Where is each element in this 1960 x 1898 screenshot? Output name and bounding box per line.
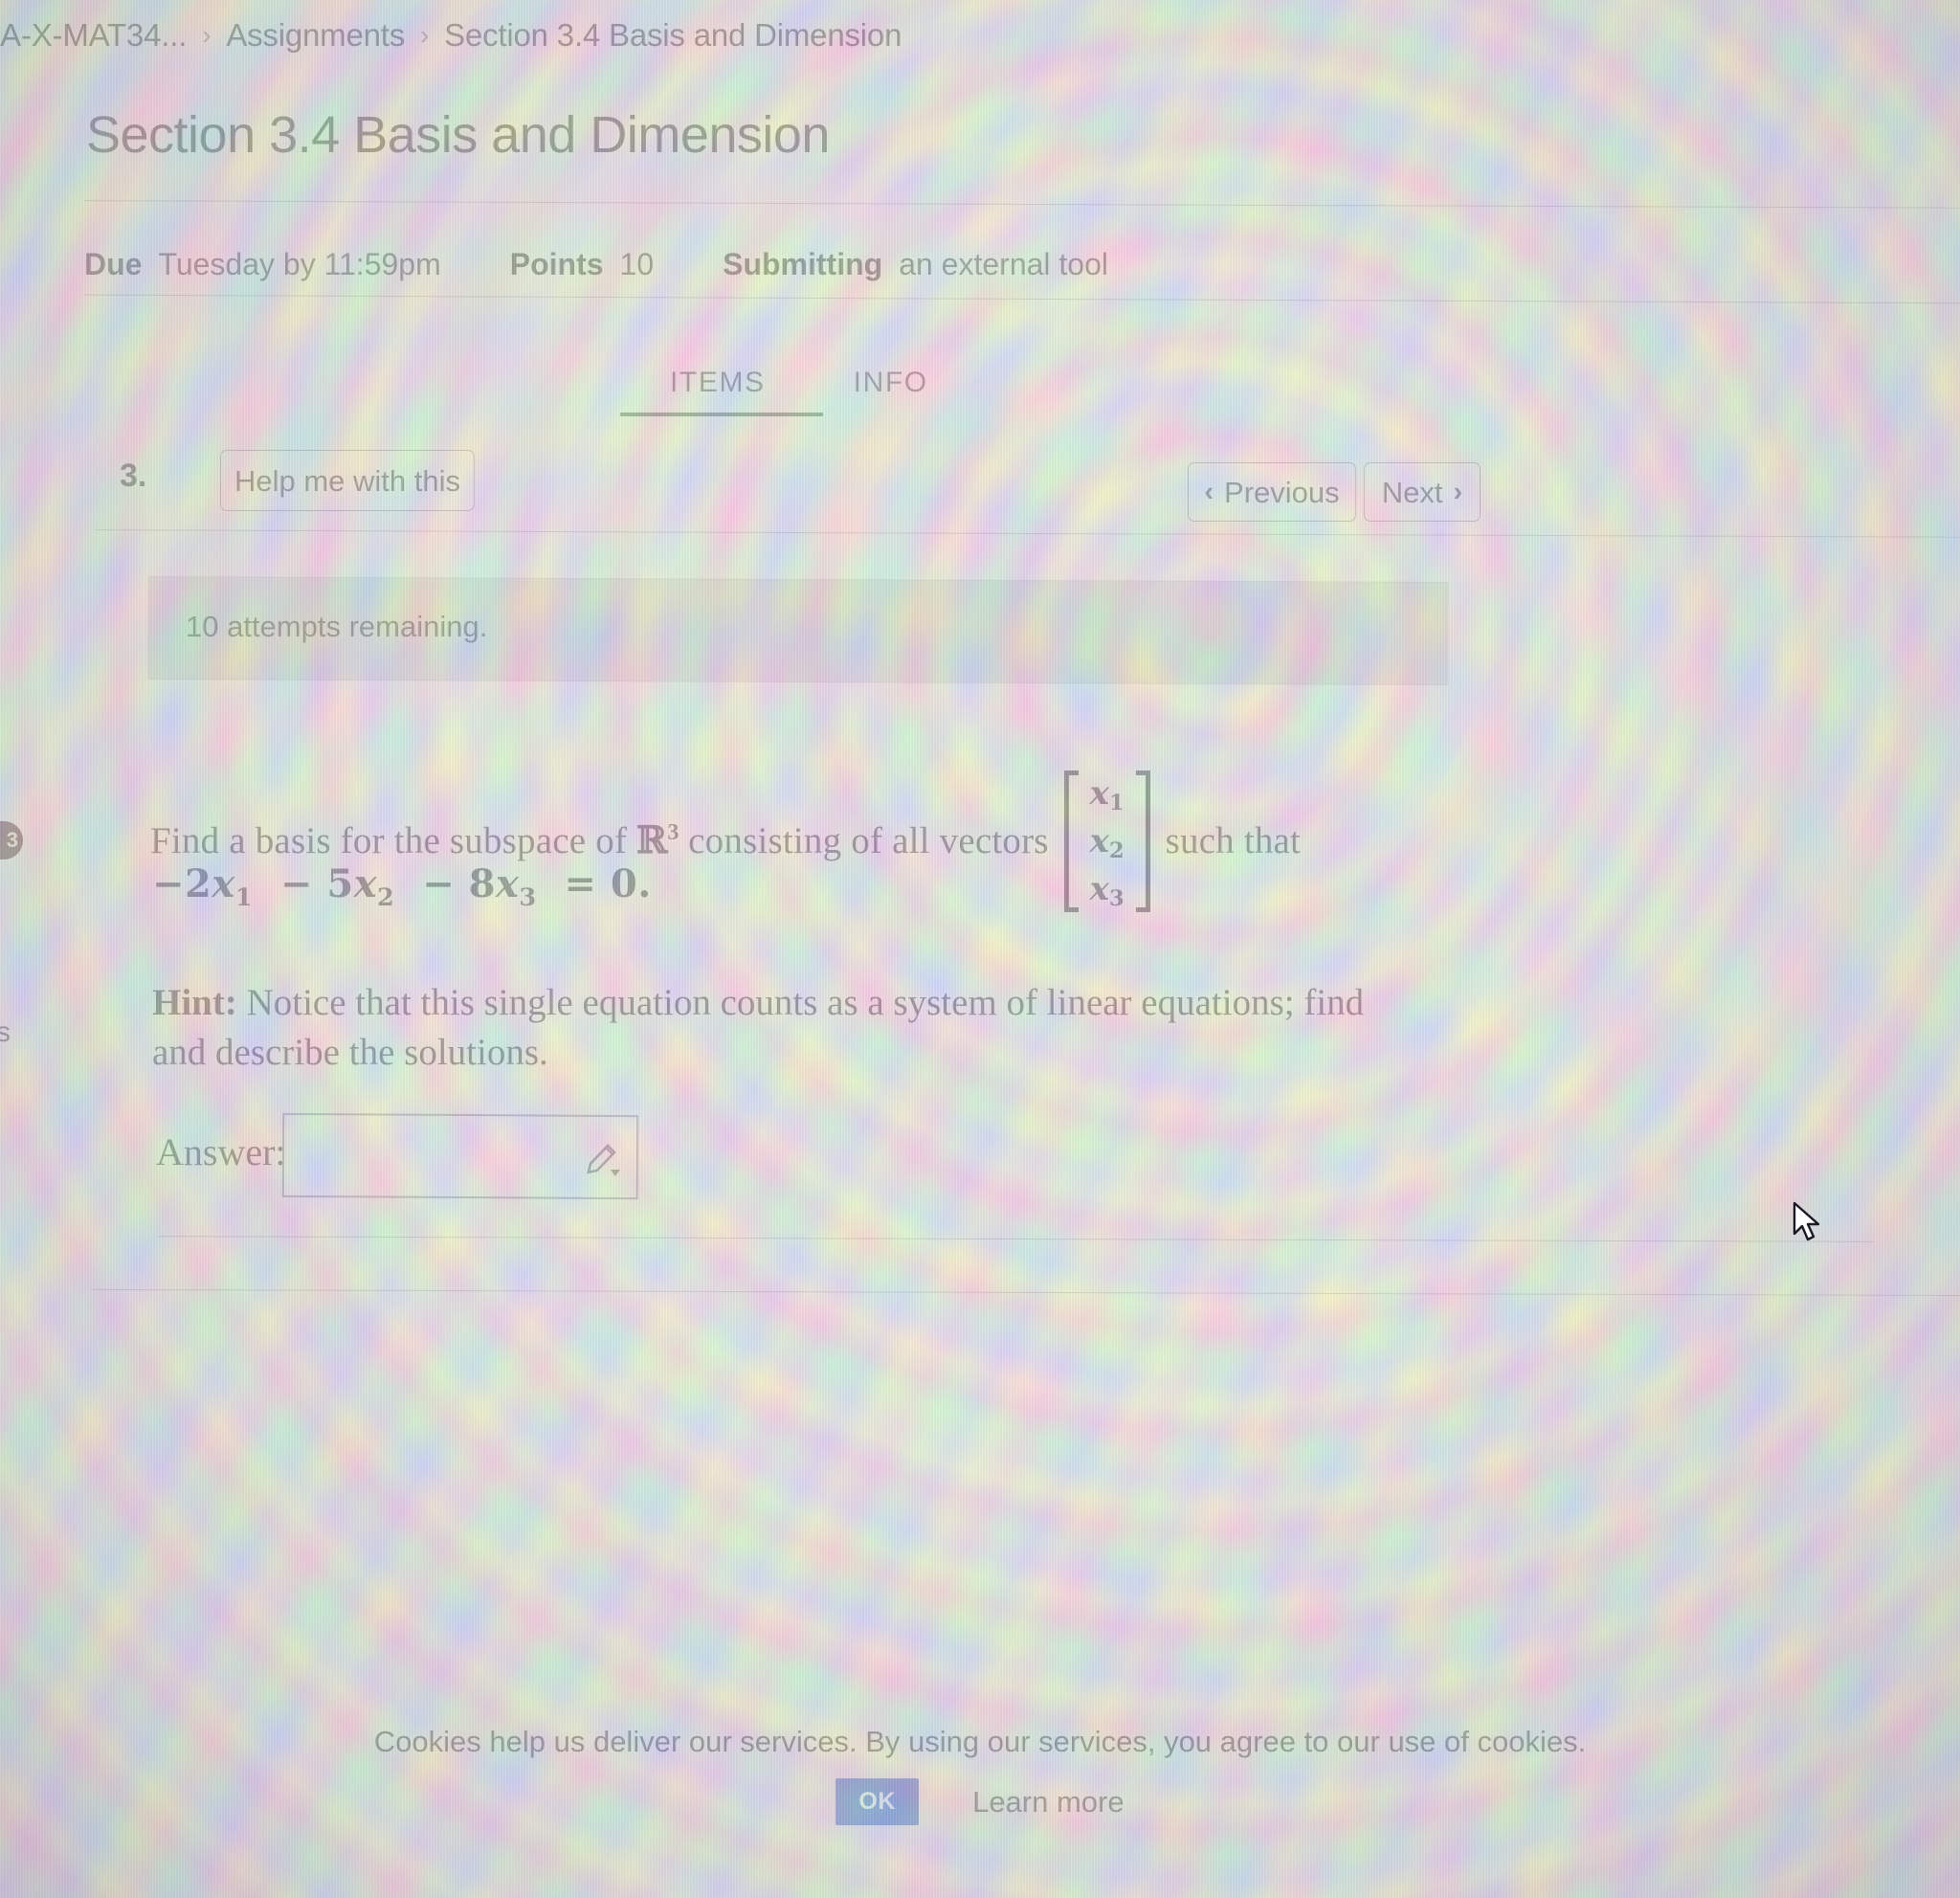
- chevron-right-icon: ›: [1453, 476, 1463, 507]
- breadcrumb-item-assignments[interactable]: Assignments: [226, 17, 405, 54]
- breadcrumb-item-current[interactable]: Section 3.4 Basis and Dimension: [444, 17, 902, 54]
- breadcrumb-item-course[interactable]: gA-X-MAT34...: [0, 17, 187, 54]
- prompt-text-part-3: such that: [1165, 819, 1302, 861]
- tab-info[interactable]: INFO: [854, 367, 928, 424]
- due-label: Due: [84, 247, 143, 281]
- attempts-remaining-text: 10 attempts remaining.: [186, 610, 488, 643]
- prompt-text-part-2: consisting of all vectors: [688, 819, 1049, 861]
- chevron-left-icon: ‹: [1204, 476, 1214, 507]
- next-button[interactable]: Next ›: [1364, 462, 1481, 522]
- hint-text: Notice that this single equation counts …: [152, 982, 1365, 1073]
- answer-input[interactable]: [283, 1114, 637, 1198]
- answer-field-wrapper[interactable]: [281, 1112, 639, 1200]
- column-vector: x1 x2 x3: [1063, 768, 1150, 915]
- points-label: Points: [509, 247, 604, 281]
- notification-count-badge[interactable]: 3: [0, 821, 23, 860]
- vector-entry-1: x1: [1089, 774, 1125, 815]
- previous-button[interactable]: ‹ Previous: [1188, 462, 1356, 522]
- previous-button-label: Previous: [1224, 475, 1340, 509]
- breadcrumb: gA-X-MAT34... › Assignments › Section 3.…: [0, 17, 902, 54]
- cookie-banner-actions: OK Learn more: [0, 1778, 1960, 1825]
- canvas-assignment-page: gA-X-MAT34... › Assignments › Section 3.…: [0, 0, 1960, 1898]
- prompt-text-part-1: Find a basis for the subspace of: [150, 819, 628, 861]
- sidebar-text-fragment: s: [0, 1016, 11, 1048]
- page-title: Section 3.4 Basis and Dimension: [86, 106, 830, 164]
- submitting-value: an external tool: [899, 247, 1108, 281]
- divider-footer: [91, 1288, 1960, 1297]
- cookie-ok-button[interactable]: OK: [835, 1778, 920, 1825]
- breadcrumb-separator-icon: ›: [202, 20, 212, 50]
- answer-label: Answer:: [156, 1130, 286, 1173]
- bracket-right-icon: [1135, 770, 1150, 912]
- divider-top: [84, 200, 1960, 209]
- vector-entry-3: x3: [1089, 870, 1125, 911]
- cookie-learn-more-link[interactable]: Learn more: [972, 1785, 1125, 1820]
- points-value: 10: [619, 247, 655, 281]
- submitting-label: Submitting: [723, 247, 883, 281]
- question-hint: Hint: Notice that this single equation c…: [152, 978, 1415, 1078]
- help-me-with-this-button[interactable]: Help me with this: [220, 450, 475, 511]
- real-numbers-exponent: 3: [667, 819, 679, 846]
- hint-label: Hint:: [152, 982, 237, 1023]
- due-value: Tuesday by 11:59pm: [158, 247, 441, 281]
- vector-entry-2: x2: [1089, 822, 1125, 863]
- photographed-screen: gA-X-MAT34... › Assignments › Section 3.…: [0, 0, 1960, 1898]
- question-number: 3.: [120, 458, 147, 494]
- real-numbers-symbol: ℝ3: [635, 818, 679, 863]
- divider-under-title: [84, 294, 1960, 304]
- breadcrumb-separator-icon: ›: [420, 20, 430, 50]
- divider-under-answer: [158, 1236, 1874, 1242]
- bracket-left-icon: [1063, 770, 1079, 912]
- assignment-meta: Due Tuesday by 11:59pm Points 10 Submitt…: [84, 247, 1108, 282]
- cookie-banner-message: Cookies help us deliver our services. By…: [373, 1725, 1587, 1758]
- divider-under-question-header: [96, 529, 1960, 538]
- next-button-label: Next: [1381, 475, 1443, 509]
- tool-tabs: ITEMS INFO: [620, 367, 928, 424]
- tab-items[interactable]: ITEMS: [620, 367, 823, 424]
- constraint-equation: −2x1 − 5x2 − 8x3 = 0.: [152, 861, 652, 912]
